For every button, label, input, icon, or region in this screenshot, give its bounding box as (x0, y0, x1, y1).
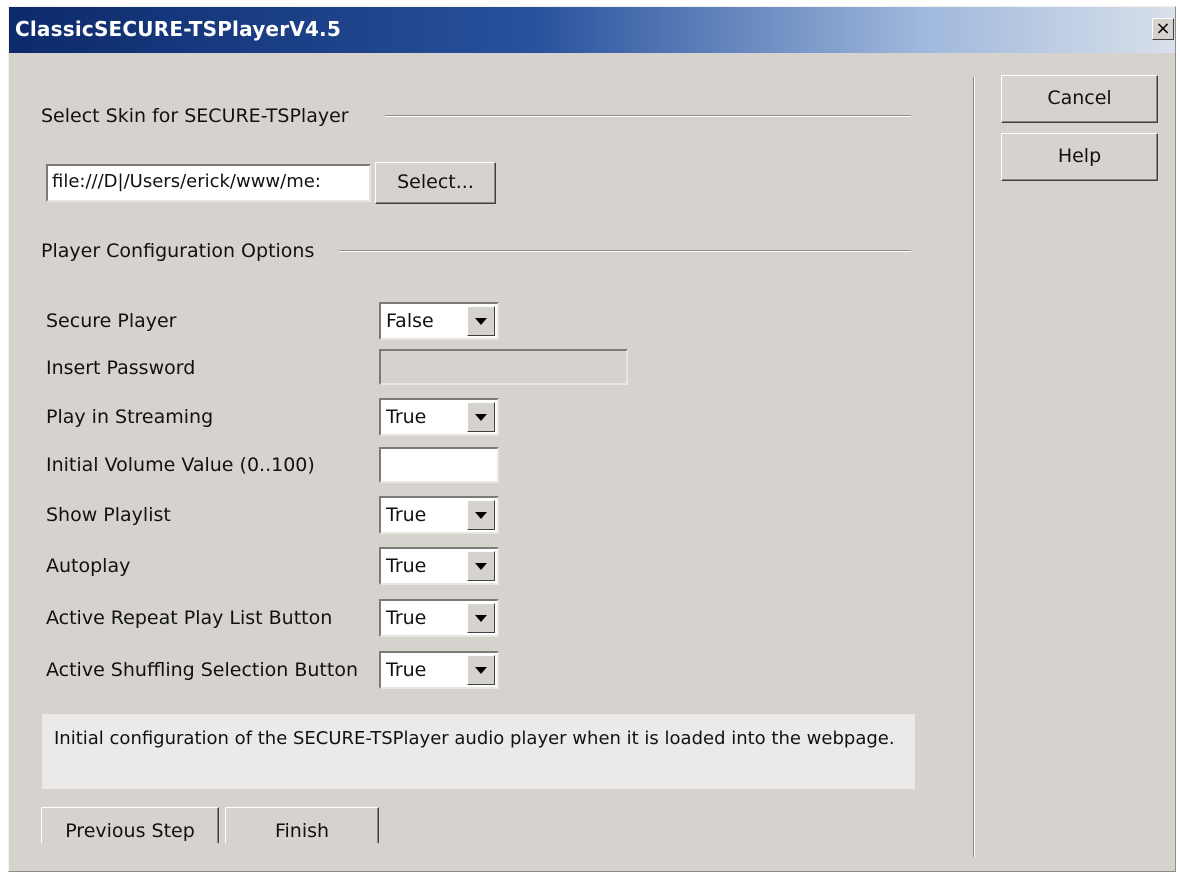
autoplay-value: True (386, 555, 427, 577)
bottom-button-strip: Previous Step Finish (41, 807, 381, 843)
show-playlist-label: Show Playlist (46, 504, 171, 526)
close-icon: × (1155, 18, 1171, 39)
repeat-button-select[interactable]: True (379, 599, 499, 637)
help-button[interactable]: Help (1001, 133, 1158, 181)
cancel-button[interactable]: Cancel (1001, 75, 1158, 123)
secure-player-value: False (386, 310, 434, 332)
initial-volume-input[interactable] (379, 447, 499, 483)
finish-button[interactable]: Finish (225, 807, 379, 843)
chevron-down-icon[interactable] (467, 306, 495, 336)
skin-section-label: Select Skin for SECURE-TSPlayer (41, 105, 349, 127)
play-streaming-select[interactable]: True (379, 398, 499, 436)
initial-volume-label: Initial Volume Value (0..100) (46, 454, 315, 476)
config-section-divider (339, 250, 911, 252)
chevron-down-icon[interactable] (467, 551, 495, 581)
autoplay-label: Autoplay (46, 555, 131, 577)
dialog-window: ClassicSECURE-TSPlayerV4.5 × Select Skin… (8, 6, 1176, 872)
play-streaming-value: True (386, 406, 427, 428)
chevron-down-icon[interactable] (467, 655, 495, 685)
show-playlist-value: True (386, 504, 427, 526)
secure-player-label: Secure Player (46, 310, 177, 332)
title-bar: ClassicSECURE-TSPlayerV4.5 (9, 7, 1175, 53)
shuffle-button-value: True (386, 659, 427, 681)
skin-section-divider (385, 115, 911, 117)
shuffle-button-label: Active Shuffling Selection Button (46, 659, 358, 681)
autoplay-select[interactable]: True (379, 547, 499, 585)
config-section-label: Player Configuration Options (41, 240, 315, 262)
repeat-button-value: True (386, 607, 427, 629)
insert-password-label: Insert Password (46, 357, 196, 379)
repeat-button-label: Active Repeat Play List Button (46, 607, 333, 629)
vertical-separator (973, 77, 975, 857)
previous-step-button[interactable]: Previous Step (41, 807, 219, 843)
skin-path-input[interactable]: file:///D|/Users/erick/www/me: (46, 164, 371, 202)
select-skin-button[interactable]: Select... (375, 162, 496, 204)
window-title: ClassicSECURE-TSPlayerV4.5 (15, 17, 341, 41)
description-box: Initial configuration of the SECURE-TSPl… (42, 714, 915, 789)
play-streaming-label: Play in Streaming (46, 406, 214, 428)
chevron-down-icon[interactable] (467, 603, 495, 633)
show-playlist-select[interactable]: True (379, 496, 499, 534)
shuffle-button-select[interactable]: True (379, 651, 499, 689)
close-button[interactable]: × (1152, 18, 1174, 40)
chevron-down-icon[interactable] (467, 402, 495, 432)
chevron-down-icon[interactable] (467, 500, 495, 530)
password-input[interactable] (379, 349, 628, 385)
secure-player-select[interactable]: False (379, 302, 499, 340)
